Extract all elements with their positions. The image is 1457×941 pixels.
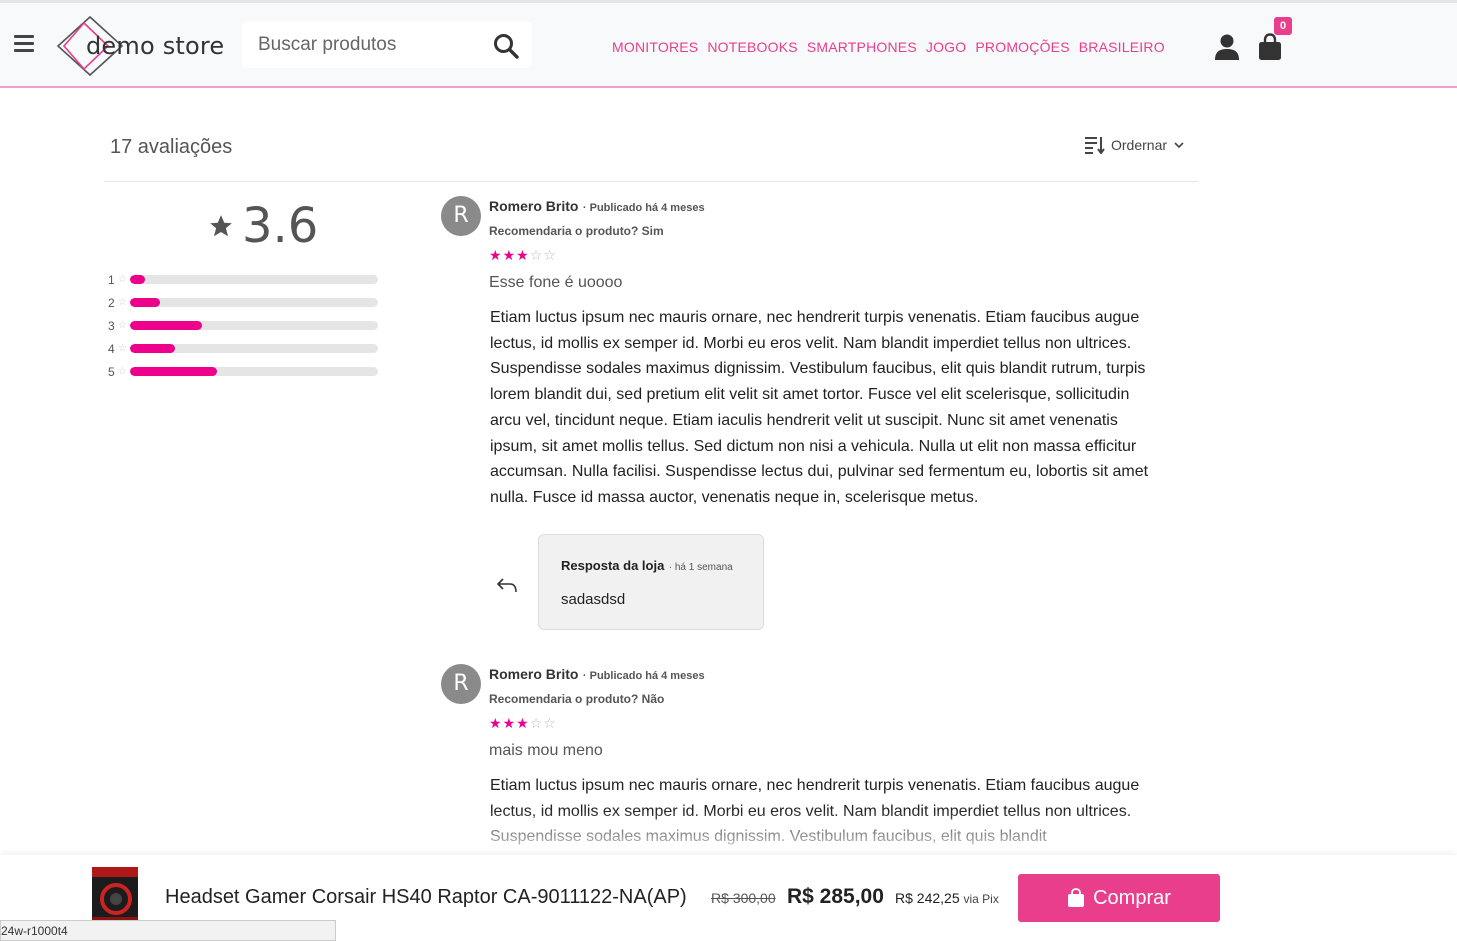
nav-jogo[interactable]: JOGO — [926, 39, 966, 55]
avatar: R — [441, 664, 481, 704]
rating-row-1[interactable]: 1 ☆ — [108, 268, 378, 291]
rating-bar-track — [130, 367, 378, 376]
average-rating-value: 3.6 — [242, 198, 319, 254]
nav-notebooks[interactable]: NOTEBOOKS — [707, 39, 797, 55]
rating-bar-fill — [130, 298, 160, 307]
nav-brasileiro[interactable]: BRASILEIRO — [1079, 39, 1165, 55]
review-recommend: Recomendaria o produto? Não — [489, 692, 665, 706]
star-filled-icon: ★ — [502, 247, 517, 263]
reply-header: Resposta da loja · há 1 semana — [561, 557, 733, 575]
sort-dropdown[interactable]: Ordernar — [1085, 136, 1185, 154]
average-rating: 3.6 — [208, 198, 318, 254]
rating-row-label: 4 — [108, 341, 115, 356]
star-outline-icon: ☆ — [118, 274, 127, 285]
star-outline-icon: ☆ — [118, 297, 127, 308]
review-header: Romero Brito · Publicado há 4 meses — [489, 198, 705, 216]
pix-price: R$ 242,25 via Pix — [895, 890, 999, 906]
star-outline-icon: ☆ — [529, 715, 544, 731]
chevron-down-icon — [1174, 142, 1184, 149]
product-name: Headset Gamer Corsair HS40 Raptor CA-901… — [165, 886, 687, 908]
rating-bar-track — [130, 298, 378, 307]
star-outline-icon: ☆ — [529, 247, 544, 263]
reviews-count: 17 avaliações — [110, 136, 233, 158]
rating-bar-fill — [130, 321, 202, 330]
site-header: demo store MONITORES NOTEBOOKS SMARTPHON… — [0, 3, 1457, 88]
nav-promocoes[interactable]: PROMOÇÕES — [975, 39, 1069, 55]
section-divider — [104, 181, 1198, 182]
rating-bar-track — [130, 275, 378, 284]
review-author: Romero Brito — [489, 666, 579, 682]
star-outline-icon: ☆ — [543, 715, 557, 731]
shopping-bag-icon[interactable] — [1258, 33, 1282, 61]
content-fade — [0, 810, 1457, 856]
star-filled-icon: ★ — [516, 715, 530, 731]
star-filled-icon: ★ — [489, 715, 503, 731]
search-input[interactable] — [242, 22, 482, 68]
rating-row-5[interactable]: 5 ☆ — [108, 360, 378, 383]
review-title: Esse fone é uoooo — [489, 274, 623, 291]
review-stars: ★★★☆☆ — [489, 715, 557, 732]
review-recommend: Recomendaria o produto? Sim — [489, 224, 664, 238]
star-filled-icon: ★ — [516, 247, 530, 263]
star-outline-icon: ☆ — [118, 320, 127, 331]
reply-date: · há 1 semana — [668, 562, 733, 573]
review-item: R Romero Brito · Publicado há 4 meses Re… — [441, 196, 1151, 646]
rating-bar-fill — [130, 344, 175, 353]
buy-button[interactable]: Comprar — [1018, 874, 1220, 922]
logo-text: demo store — [86, 32, 225, 60]
review-stars: ★★★☆☆ — [489, 247, 557, 264]
pix-label: via Pix — [963, 892, 999, 906]
reply-author: Resposta da loja — [561, 558, 665, 573]
rating-row-label: 1 — [108, 272, 115, 287]
rating-row-4[interactable]: 4 ☆ — [108, 337, 378, 360]
rating-distribution: 1 ☆ 2 ☆ 3 ☆ 4 ☆ 5 ☆ — [108, 268, 378, 383]
star-outline-icon: ☆ — [543, 247, 557, 263]
current-price: R$ 285,00 — [787, 885, 884, 908]
search-icon[interactable] — [492, 32, 520, 60]
menu-icon[interactable] — [14, 35, 34, 52]
star-icon — [210, 215, 232, 237]
shopping-bag-icon — [1068, 888, 1085, 907]
star-filled-icon: ★ — [489, 247, 503, 263]
rating-row-label: 3 — [108, 318, 115, 333]
review-title: mais mou meno — [489, 742, 603, 759]
review-header: Romero Brito · Publicado há 4 meses — [489, 666, 705, 684]
search-box — [242, 22, 532, 68]
review-author: Romero Brito — [489, 198, 579, 214]
review-date: · Publicado há 4 meses — [582, 202, 705, 214]
star-filled-icon: ★ — [502, 715, 517, 731]
rating-row-2[interactable]: 2 ☆ — [108, 291, 378, 314]
main-nav: MONITORES NOTEBOOKS SMARTPHONES JOGO PRO… — [612, 39, 1165, 55]
rating-row-3[interactable]: 3 ☆ — [108, 314, 378, 337]
nav-monitores[interactable]: MONITORES — [612, 39, 698, 55]
rating-bar-fill — [130, 275, 145, 284]
rating-bar-fill — [130, 367, 217, 376]
review-date: · Publicado há 4 meses — [582, 670, 705, 682]
rating-bar-track — [130, 321, 378, 330]
avatar: R — [441, 196, 481, 236]
cart-count-badge: 0 — [1274, 17, 1292, 35]
old-price: R$ 300,00 — [711, 890, 776, 906]
star-outline-icon: ☆ — [118, 366, 127, 377]
sort-icon — [1085, 137, 1105, 154]
sort-label: Ordernar — [1111, 137, 1168, 153]
buy-button-label: Comprar — [1093, 886, 1171, 909]
star-outline-icon: ☆ — [118, 343, 127, 354]
pix-price-value: R$ 242,25 — [895, 890, 960, 906]
reply-text: sadasdsd — [561, 591, 626, 608]
rating-row-label: 2 — [108, 295, 115, 310]
rating-row-label: 5 — [108, 364, 115, 379]
user-icon[interactable] — [1214, 33, 1240, 61]
reply-arrow-icon — [496, 578, 517, 593]
product-thumbnail[interactable] — [86, 863, 142, 927]
rating-bar-track — [130, 344, 378, 353]
status-bar-url: 24w-r1000t4 — [0, 920, 336, 941]
review-body: Etiam luctus ipsum nec mauris ornare, ne… — [490, 309, 1149, 506]
store-reply: Resposta da loja · há 1 semana sadasdsd — [538, 534, 764, 630]
nav-smartphones[interactable]: SMARTPHONES — [807, 39, 917, 55]
